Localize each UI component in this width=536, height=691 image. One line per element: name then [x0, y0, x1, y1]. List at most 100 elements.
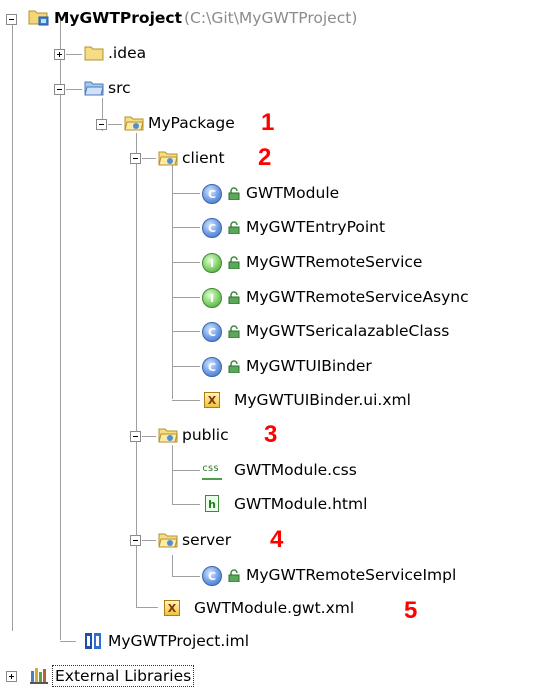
tree-guide-line [172, 227, 200, 228]
tree-guide-line [172, 262, 200, 263]
folder-label: .idea [108, 44, 147, 62]
class-icon: C [202, 357, 222, 377]
class-icon: C [202, 566, 222, 586]
tree-guide-line [142, 436, 156, 437]
lock-icon [228, 187, 240, 200]
xml-file-icon: X [164, 600, 180, 616]
tree-node-interface[interactable]: I MyGWTRemoteServiceAsync [202, 284, 532, 310]
file-label: External Libraries [52, 665, 195, 687]
file-label: MyGWTUIBinder [246, 357, 372, 375]
tree-node-class[interactable]: C MyGWTRemoteServiceImpl [202, 562, 522, 588]
tree-guide-line [172, 576, 200, 577]
folder-label: server [182, 531, 232, 549]
file-label: GWTModule.gwt.xml [194, 599, 355, 617]
tree-node-class[interactable]: C MyGWTUIBinder [202, 353, 442, 379]
tree-guide-line [142, 158, 156, 159]
tree-guide-line [172, 555, 173, 576]
expand-toggle[interactable] [6, 671, 17, 682]
tree-node-interface[interactable]: I MyGWTRemoteService [202, 249, 482, 275]
interface-icon: I [202, 288, 222, 308]
tree-guide-line [66, 89, 82, 90]
package-folder-icon [158, 151, 178, 166]
tree-node-iml[interactable]: MyGWTProject.iml [84, 628, 284, 654]
file-label: MyGWTProject.iml [108, 632, 250, 650]
tree-node-client[interactable]: client 2 [158, 145, 288, 171]
interface-icon: I [202, 253, 222, 273]
tree-node-public[interactable]: public 3 [158, 422, 298, 448]
lock-icon [228, 569, 240, 582]
tree-node-xml[interactable]: X MyGWTUIBinder.ui.xml [202, 387, 482, 413]
tree-node-mypackage[interactable]: MyPackage 1 [124, 110, 304, 136]
tree-node-server[interactable]: server 4 [158, 527, 298, 553]
file-label: MyGWTSericalazableClass [246, 322, 450, 340]
collapse-toggle[interactable] [96, 119, 107, 130]
lock-icon [228, 256, 240, 269]
expand-toggle[interactable] [54, 49, 65, 60]
module-folder-icon [28, 10, 49, 26]
annotation-number: 3 [264, 421, 278, 448]
tree-node-external-libraries[interactable]: External Libraries [30, 662, 250, 688]
file-label: MyGWTRemoteServiceAsync [246, 288, 469, 306]
project-path: (C:\Git\MyGWTProject) [184, 9, 358, 27]
tree-guide-line [172, 297, 200, 298]
class-icon: C [202, 322, 222, 342]
tree-node-class[interactable]: C MyGWTSericalazableClass [202, 318, 522, 344]
tree-guide-line [172, 445, 173, 504]
class-icon: C [202, 184, 222, 204]
collapse-toggle[interactable] [6, 14, 17, 25]
collapse-toggle[interactable] [54, 84, 65, 95]
xml-file-icon: X [204, 392, 220, 408]
file-label: MyGWTRemoteService [246, 253, 423, 271]
folder-label: public [182, 426, 229, 444]
annotation-number: 2 [258, 144, 272, 171]
package-folder-icon [124, 116, 144, 131]
html-file-icon: h [205, 495, 219, 512]
source-folder-icon [84, 81, 104, 96]
project-tree: MyGWTProject (C:\Git\MyGWTProject) .idea… [0, 0, 536, 691]
folder-label: src [108, 79, 131, 97]
tree-node-css[interactable]: css GWTModule.css [202, 457, 402, 483]
tree-guide-line [172, 366, 200, 367]
tree-guide-line [12, 20, 13, 631]
lock-icon [228, 221, 240, 234]
tree-node-project[interactable]: MyGWTProject (C:\Git\MyGWTProject) [28, 5, 488, 31]
folder-icon [84, 46, 104, 61]
folder-label: MyPackage [148, 114, 235, 132]
css-file-icon: css [202, 463, 222, 480]
project-name: MyGWTProject [54, 9, 182, 27]
lock-icon [228, 325, 240, 338]
tree-guide-line [172, 165, 173, 399]
tree-guide-line [172, 470, 200, 471]
annotation-number: 1 [261, 109, 275, 136]
class-icon: C [202, 218, 222, 238]
tree-guide-line [60, 641, 76, 642]
tree-node-gwt-module[interactable]: X GWTModule.gwt.xml 5 [162, 595, 442, 624]
collapse-toggle[interactable] [130, 431, 141, 442]
lock-icon [228, 360, 240, 373]
file-label: MyGWTRemoteServiceImpl [246, 566, 457, 584]
file-label: GWTModule [246, 184, 340, 202]
lock-icon [228, 291, 240, 304]
annotation-number: 5 [404, 597, 418, 624]
tree-guide-line [136, 607, 158, 608]
file-label: MyGWTUIBinder.ui.xml [234, 391, 411, 409]
tree-node-idea[interactable]: .idea [84, 40, 224, 66]
folder-label: client [182, 149, 225, 167]
tree-node-html[interactable]: h GWTModule.html [202, 491, 402, 517]
collapse-toggle[interactable] [130, 153, 141, 164]
file-label: GWTModule.css [234, 461, 357, 479]
file-label: MyGWTEntryPoint [246, 218, 386, 236]
tree-node-class[interactable]: C MyGWTEntryPoint [202, 214, 442, 240]
tree-guide-line [172, 331, 200, 332]
package-folder-icon [158, 428, 178, 443]
iml-file-icon [85, 633, 101, 649]
tree-node-src[interactable]: src [84, 75, 224, 101]
libraries-icon [30, 668, 48, 684]
tree-guide-line [142, 540, 156, 541]
annotation-number: 4 [270, 526, 284, 553]
tree-guide-line [172, 504, 200, 505]
tree-node-class[interactable]: C GWTModule [202, 180, 442, 206]
tree-guide-line [172, 400, 200, 401]
collapse-toggle[interactable] [130, 535, 141, 546]
package-folder-icon [158, 533, 178, 548]
